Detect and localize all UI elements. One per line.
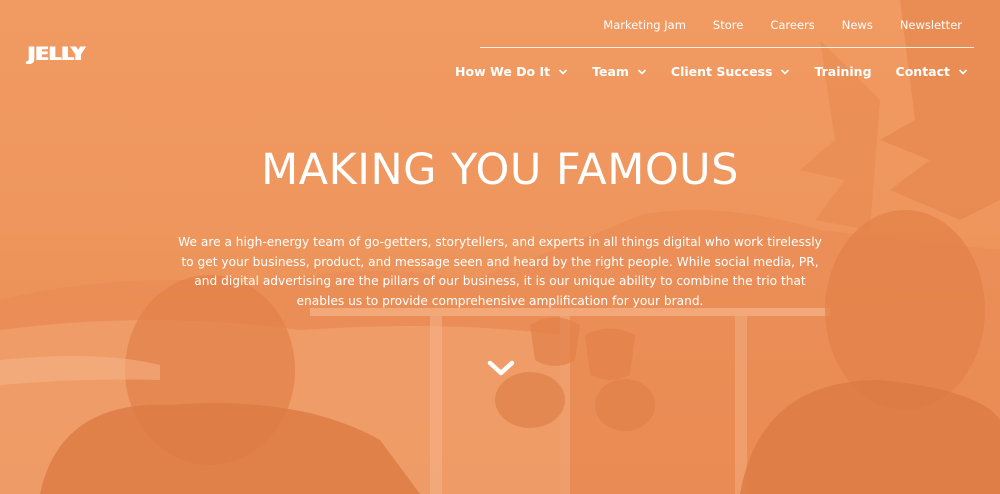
main-nav-label: Contact (895, 64, 950, 79)
chevron-down-icon[interactable] (487, 358, 515, 378)
main-nav-team[interactable]: Team (592, 64, 647, 79)
main-nav: How We Do It Team Client Success Trainin… (431, 64, 968, 79)
top-nav-marketing-jam[interactable]: Marketing Jam (603, 18, 686, 32)
chevron-down-icon (781, 68, 790, 75)
main-nav-label: Client Success (670, 64, 773, 79)
chevron-down-icon (637, 68, 646, 75)
main-nav-label: How We Do It (455, 64, 551, 79)
chevron-down-icon (958, 68, 968, 75)
top-nav-newsletter[interactable]: Newsletter (900, 18, 962, 32)
main-nav-training[interactable]: Training (814, 64, 871, 79)
top-nav-news[interactable]: News (842, 18, 873, 32)
main-nav-label: Team (592, 64, 629, 79)
nav-divider (480, 47, 974, 48)
hero-title: MAKING YOU FAMOUS (261, 145, 739, 195)
main-nav-how-we-do-it[interactable]: How We Do It (455, 64, 568, 79)
hero-section: JELLY Marketing Jam Store Careers News N… (0, 0, 1000, 494)
main-nav-contact[interactable]: Contact (896, 64, 968, 79)
chevron-down-icon (559, 68, 568, 75)
top-nav-store[interactable]: Store (713, 18, 743, 32)
hero-description: We are a high-energy team of go-getters,… (178, 235, 822, 308)
jelly-logo[interactable]: JELLY (28, 43, 86, 65)
main-nav-client-success[interactable]: Client Success (671, 64, 791, 79)
top-nav-careers[interactable]: Careers (770, 18, 814, 32)
top-utility-nav: Marketing Jam Store Careers News Newslet… (576, 18, 962, 32)
main-nav-label: Training (814, 64, 872, 79)
